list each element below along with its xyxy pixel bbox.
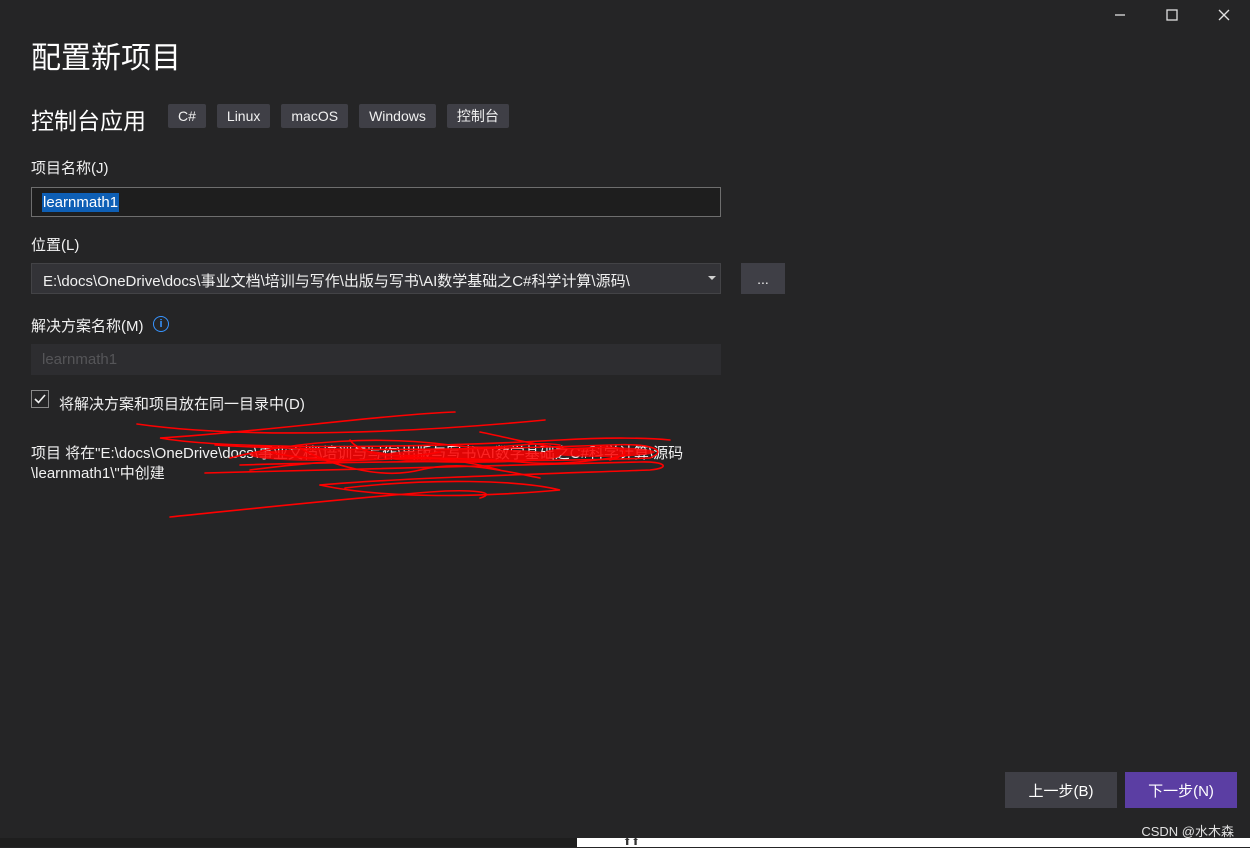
tag-console: 控制台	[446, 104, 509, 128]
tag-windows: Windows	[359, 104, 436, 128]
maximize-icon	[1166, 9, 1178, 21]
project-location-summary: 项目 将在"E:\docs\OneDrive\docs\事业文档\培训与写作\出…	[31, 444, 731, 484]
window-controls	[1094, 0, 1250, 30]
chevron-down-icon[interactable]	[708, 276, 716, 280]
next-button[interactable]: 下一步(N)	[1125, 772, 1237, 808]
solution-name-input: learnmath1	[31, 344, 721, 375]
summary-line-1: 项目 将在"E:\docs\OneDrive\docs\事业文档\培训与写作\出…	[31, 445, 684, 462]
template-name: 控制台应用	[31, 108, 146, 134]
checkmark-icon	[34, 394, 46, 404]
back-button[interactable]: 上一步(B)	[1005, 772, 1117, 808]
minimize-icon	[1115, 14, 1125, 16]
browse-button[interactable]: ...	[741, 263, 785, 294]
project-name-input[interactable]: learnmath1	[31, 187, 721, 217]
tag-linux: Linux	[216, 104, 271, 128]
tag-csharp: C#	[168, 104, 206, 128]
template-tags: C# Linux macOS Windows 控制台	[168, 104, 509, 128]
watermark: CSDN @水木森	[1141, 824, 1234, 839]
project-name-label: 项目名称(J)	[31, 160, 109, 177]
summary-line-2: \learnmath1\"中创建	[31, 465, 165, 482]
same-directory-checkbox[interactable]	[31, 390, 49, 408]
solution-name-label: 解决方案名称(M)	[31, 318, 144, 335]
up-arrows-icon: ⬆⬆	[623, 837, 640, 848]
location-value: E:\docs\OneDrive\docs\事业文档\培训与写作\出版与写书\A…	[43, 273, 630, 290]
info-icon[interactable]: i	[153, 316, 169, 332]
solution-name-placeholder: learnmath1	[42, 351, 118, 368]
maximize-button[interactable]	[1146, 0, 1198, 30]
same-directory-label[interactable]: 将解决方案和项目放在同一目录中(D)	[59, 393, 305, 414]
tag-macos: macOS	[281, 104, 349, 128]
page-title: 配置新项目	[31, 42, 181, 75]
location-combobox[interactable]: E:\docs\OneDrive\docs\事业文档\培训与写作\出版与写书\A…	[31, 263, 721, 294]
minimize-button[interactable]	[1094, 0, 1146, 30]
project-name-value: learnmath1	[42, 193, 120, 212]
location-label: 位置(L)	[31, 237, 80, 254]
close-button[interactable]	[1198, 0, 1250, 30]
configure-project-dialog: 配置新项目 控制台应用 C# Linux macOS Windows 控制台 项…	[0, 0, 1250, 838]
close-icon	[1218, 9, 1230, 21]
